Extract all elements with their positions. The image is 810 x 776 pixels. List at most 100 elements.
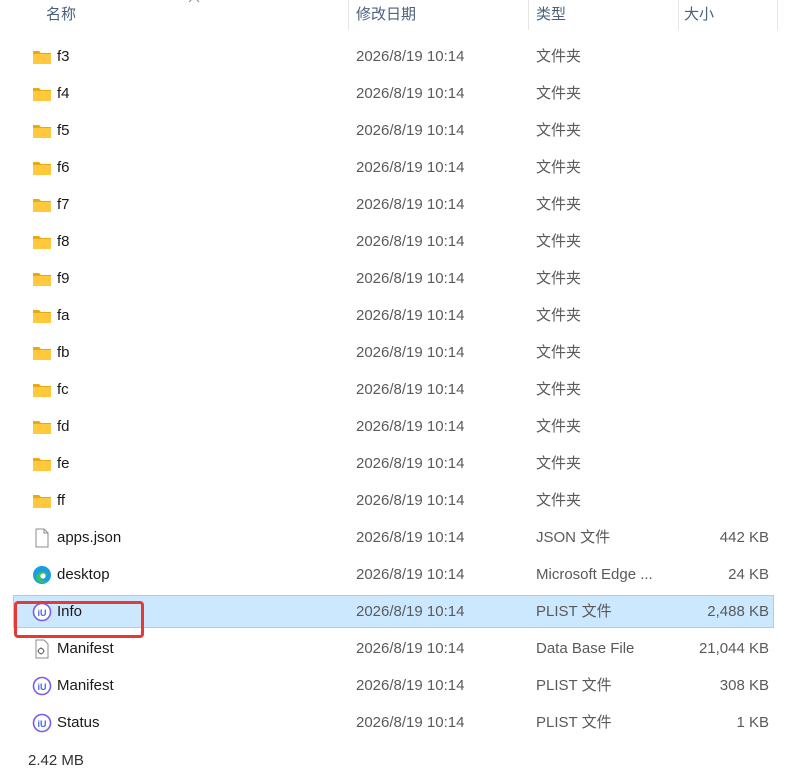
file-name: fb <box>57 344 70 361</box>
file-type: 文件夹 <box>536 418 582 435</box>
file-name: fe <box>57 455 70 472</box>
file-row[interactable]: f4 2026/8/19 10:14 文件夹 <box>14 78 773 109</box>
file-size: 1 KB <box>736 714 769 731</box>
file-type: 文件夹 <box>536 122 582 139</box>
file-modified-date: 2026/8/19 10:14 <box>356 381 465 398</box>
folder-icon <box>32 269 52 289</box>
file-row[interactable]: f9 2026/8/19 10:14 文件夹 <box>14 263 773 294</box>
folder-icon <box>32 306 52 326</box>
file-type: PLIST 文件 <box>536 714 612 731</box>
folder-icon <box>32 343 52 363</box>
column-divider[interactable] <box>678 0 679 30</box>
file-name: f8 <box>57 233 70 250</box>
file-row[interactable]: ff 2026/8/19 10:14 文件夹 <box>14 485 773 516</box>
file-modified-date: 2026/8/19 10:14 <box>356 270 465 287</box>
file-name: f9 <box>57 270 70 287</box>
edge-icon <box>32 565 52 585</box>
file-type: 文件夹 <box>536 48 582 65</box>
folder-icon <box>32 47 52 67</box>
file-modified-date: 2026/8/19 10:14 <box>356 85 465 102</box>
file-size: 442 KB <box>719 529 769 546</box>
file-row[interactable]: f5 2026/8/19 10:14 文件夹 <box>14 115 773 146</box>
file-modified-date: 2026/8/19 10:14 <box>356 122 465 139</box>
file-modified-date: 2026/8/19 10:14 <box>356 677 465 694</box>
file-modified-date: 2026/8/19 10:14 <box>356 640 465 657</box>
file-modified-date: 2026/8/19 10:14 <box>356 566 465 583</box>
file-modified-date: 2026/8/19 10:14 <box>356 48 465 65</box>
column-divider[interactable] <box>777 0 778 30</box>
status-selected-size: 2.42 MB <box>28 752 84 769</box>
folder-icon <box>32 491 52 511</box>
file-size: 308 KB <box>719 677 769 694</box>
file-row[interactable]: fd 2026/8/19 10:14 文件夹 <box>14 411 773 442</box>
file-row[interactable]: apps.json 2026/8/19 10:14 JSON 文件 442 KB <box>14 522 773 553</box>
file-type: 文件夹 <box>536 196 582 213</box>
file-row[interactable]: fe 2026/8/19 10:14 文件夹 <box>14 448 773 479</box>
file-name: fc <box>57 381 69 398</box>
file-size: 24 KB <box>728 566 769 583</box>
file-modified-date: 2026/8/19 10:14 <box>356 529 465 546</box>
file-type: JSON 文件 <box>536 529 611 546</box>
file-name: f5 <box>57 122 70 139</box>
svg-text:iU: iU <box>38 719 47 729</box>
column-header-size[interactable]: 大小 <box>684 0 714 30</box>
file-row[interactable]: fc 2026/8/19 10:14 文件夹 <box>14 374 773 405</box>
file-name: ff <box>57 492 66 509</box>
file-modified-date: 2026/8/19 10:14 <box>356 418 465 435</box>
file-row[interactable]: f7 2026/8/19 10:14 文件夹 <box>14 189 773 220</box>
file-name: fd <box>57 418 70 435</box>
file-type: 文件夹 <box>536 159 582 176</box>
file-name: f7 <box>57 196 70 213</box>
file-type: 文件夹 <box>536 455 582 472</box>
file-row[interactable]: fb 2026/8/19 10:14 文件夹 <box>14 337 773 368</box>
file-type: PLIST 文件 <box>536 677 612 694</box>
file-row[interactable]: f6 2026/8/19 10:14 文件夹 <box>14 152 773 183</box>
svg-text:iU: iU <box>38 682 47 692</box>
file-type: 文件夹 <box>536 381 582 398</box>
folder-icon <box>32 158 52 178</box>
file-type: Data Base File <box>536 640 635 657</box>
file-row[interactable]: iU Status 2026/8/19 10:14 PLIST 文件 1 KB <box>14 707 773 738</box>
file-modified-date: 2026/8/19 10:14 <box>356 714 465 731</box>
file-name: Status <box>57 714 100 731</box>
file-name: f3 <box>57 48 70 65</box>
file-row[interactable]: f3 2026/8/19 10:14 文件夹 <box>14 41 773 72</box>
file-name: desktop <box>57 566 110 583</box>
column-header-date[interactable]: 修改日期 <box>356 0 416 30</box>
file-name: apps.json <box>57 529 122 546</box>
folder-icon <box>32 195 52 215</box>
file-modified-date: 2026/8/19 10:14 <box>356 603 465 620</box>
file-modified-date: 2026/8/19 10:14 <box>356 344 465 361</box>
file-type: 文件夹 <box>536 270 582 287</box>
file-row[interactable]: fa 2026/8/19 10:14 文件夹 <box>14 300 773 331</box>
file-size: 2,488 KB <box>707 603 769 620</box>
file-name: fa <box>57 307 70 324</box>
annotation-highlight-box <box>14 601 144 638</box>
sort-ascending-icon <box>188 0 200 3</box>
status-bar: 项目 2.42 MB <box>0 750 810 776</box>
file-name: Manifest <box>57 677 114 694</box>
file-row[interactable]: desktop 2026/8/19 10:14 Microsoft Edge ...… <box>14 559 773 590</box>
file-type: Microsoft Edge ... <box>536 566 653 583</box>
file-name: f4 <box>57 85 70 102</box>
file-type: 文件夹 <box>536 85 582 102</box>
file-type: 文件夹 <box>536 344 582 361</box>
itunes-plist-icon: iU <box>32 676 52 696</box>
folder-icon <box>32 454 52 474</box>
column-divider[interactable] <box>348 0 349 30</box>
column-header-name[interactable]: 名称 <box>46 0 76 30</box>
file-icon <box>32 528 52 548</box>
database-file-icon <box>32 639 52 659</box>
file-modified-date: 2026/8/19 10:14 <box>356 196 465 213</box>
file-modified-date: 2026/8/19 10:14 <box>356 492 465 509</box>
file-row[interactable]: iU Manifest 2026/8/19 10:14 PLIST 文件 308 KB <box>14 670 773 701</box>
file-modified-date: 2026/8/19 10:14 <box>356 455 465 472</box>
folder-icon <box>32 232 52 252</box>
column-divider[interactable] <box>528 0 529 30</box>
file-type: 文件夹 <box>536 307 582 324</box>
status-items-label: 项目 <box>0 750 2 772</box>
file-row[interactable]: f8 2026/8/19 10:14 文件夹 <box>14 226 773 257</box>
column-header-bar: 名称 修改日期 类型 大小 <box>0 0 778 30</box>
folder-icon <box>32 380 52 400</box>
column-header-type[interactable]: 类型 <box>536 0 566 30</box>
